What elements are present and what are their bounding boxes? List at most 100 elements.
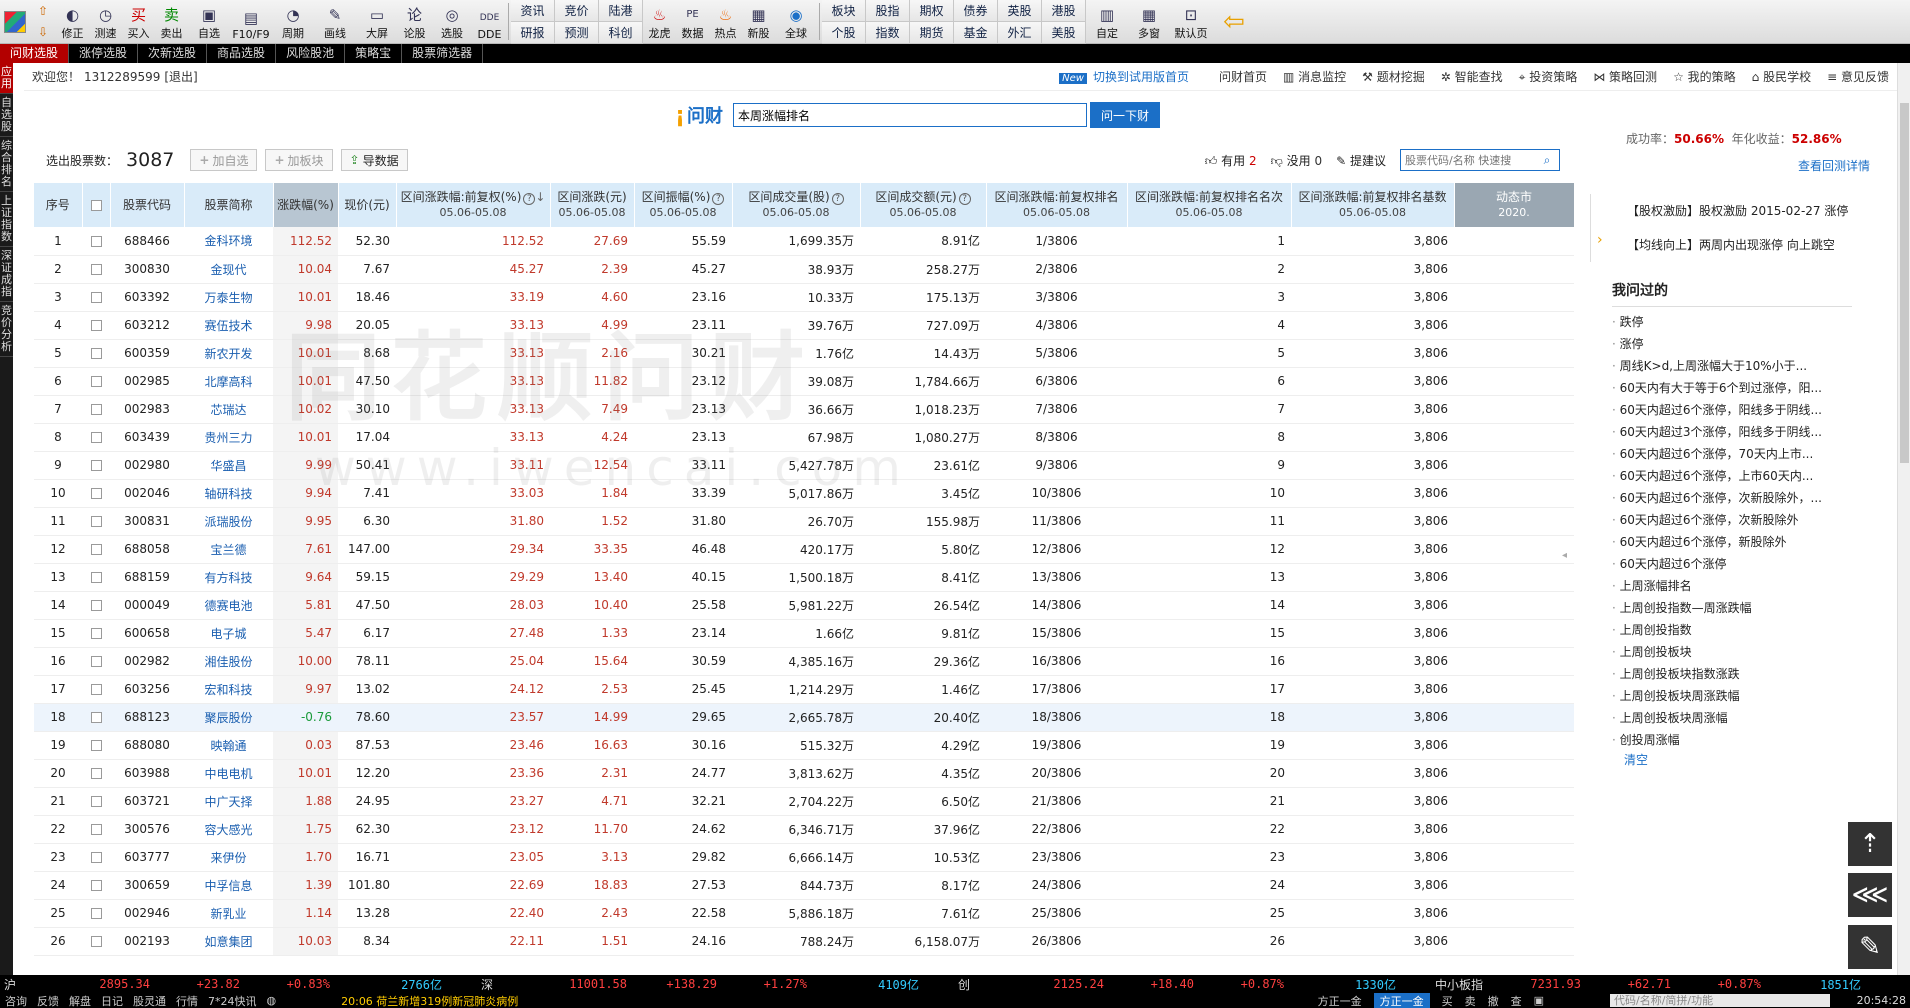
table-row[interactable]: 25 002946 新乳业 1.14 13.28 22.40 2.43 22.58 5,886.… bbox=[34, 899, 1574, 928]
help-icon[interactable]: ? bbox=[712, 193, 725, 205]
row-checkbox[interactable] bbox=[90, 628, 102, 639]
add-block-button[interactable]: + 加板块 bbox=[265, 149, 333, 171]
sort-down-icon[interactable]: ↓ bbox=[535, 190, 545, 204]
col-header-rank-base[interactable]: 区间涨跌幅:前复权排名基数 05.06-05.08 bbox=[1291, 183, 1455, 227]
share-icon[interactable]: ⋘ bbox=[1848, 873, 1892, 917]
header-link-theme-mining[interactable]: ⚒ 题材挖掘 bbox=[1362, 68, 1425, 85]
history-item[interactable]: 60天内超过6个涨停，新股除外 bbox=[1612, 531, 1852, 553]
select-all-checkbox[interactable] bbox=[90, 200, 102, 211]
header-link-backtest[interactable]: ⋈ 策略回测 bbox=[1593, 68, 1657, 85]
table-row[interactable]: 3 603392 万泰生物 10.01 18.46 33.19 4.60 23.16 10.33… bbox=[34, 283, 1574, 312]
history-item[interactable]: 周线K>d,上周涨幅大于10%小于... bbox=[1612, 355, 1852, 377]
search-button[interactable]: 问一下财 bbox=[1090, 102, 1161, 128]
news-flash[interactable]: 20:06 荷兰新增319例新冠肺炎病例 bbox=[341, 993, 518, 1008]
nav-arrows[interactable]: ⇧ ⇩ bbox=[30, 0, 56, 43]
history-item[interactable]: 60天内超过6个涨停，阳线多于阴线... bbox=[1612, 399, 1852, 421]
toolbar-button-globe[interactable]: ◉ 全球 bbox=[775, 0, 817, 43]
suggest-button[interactable]: ✎ 提建议 bbox=[1336, 152, 1386, 169]
row-checkbox[interactable] bbox=[90, 656, 102, 667]
row-checkbox[interactable] bbox=[90, 292, 102, 303]
vtab-ranking[interactable]: 综合排名 bbox=[0, 137, 13, 192]
col-header-range-change[interactable]: 区间涨跌(元) 05.06-05.08 bbox=[550, 183, 635, 227]
cell-name[interactable]: 万泰生物 bbox=[184, 283, 273, 312]
useless-button[interactable]: 👎︎ 没用 0 bbox=[1271, 152, 1322, 169]
news-item[interactable]: 【股权激励】股权激励 2015-02-27 涨停 bbox=[1627, 194, 1890, 228]
toolbar-link-sector[interactable]: 板块 bbox=[822, 0, 866, 22]
table-row[interactable]: 14 000049 德赛电池 5.81 47.50 28.03 10.40 25.58 5,98… bbox=[34, 591, 1574, 620]
tab-new-stock-picker[interactable]: 次新选股 bbox=[138, 44, 208, 63]
row-checkbox[interactable] bbox=[90, 432, 102, 443]
tab-wencai-picker[interactable]: 问财选股 bbox=[0, 44, 70, 63]
cell-name[interactable]: 如意集团 bbox=[184, 927, 273, 956]
col-header-dynamic-pe[interactable]: 动态市 2020. bbox=[1454, 183, 1574, 227]
scrollbar-thumb[interactable] bbox=[1900, 103, 1909, 463]
tab-limit-up-picker[interactable]: 涨停选股 bbox=[69, 44, 139, 63]
switch-trial-link[interactable]: 切换到试用版首页 bbox=[1093, 70, 1189, 84]
cell-name[interactable]: 中孚信息 bbox=[184, 871, 273, 900]
account-label[interactable]: 方正一金 bbox=[1318, 993, 1362, 1008]
toolbar-link-news[interactable]: 资讯 bbox=[511, 0, 555, 22]
table-row[interactable]: 4 603212 赛伍技术 9.98 20.05 33.13 4.99 23.11 39.76万… bbox=[34, 311, 1574, 340]
table-row[interactable]: 7 002983 芯瑞达 10.02 30.10 33.13 7.49 23.13 36.66万… bbox=[34, 395, 1574, 424]
ticker-item-shenzhen[interactable]: 深 11001.58 +138.29 +1.27% 4109亿 bbox=[477, 976, 954, 993]
cell-name[interactable]: 电子城 bbox=[184, 619, 273, 648]
toolbar-button-multi-window[interactable]: ▦ 多窗 bbox=[1128, 0, 1170, 43]
toolbar-link-star-market[interactable]: 科创 bbox=[599, 22, 643, 44]
cell-name[interactable]: 新农开发 bbox=[184, 339, 273, 368]
collapse-arrow-icon[interactable]: › bbox=[1597, 232, 1603, 248]
cell-name[interactable]: 聚辰股份 bbox=[184, 703, 273, 732]
toolbar-button-f10[interactable]: ▤ F10/F9 bbox=[230, 0, 272, 43]
col-header-name[interactable]: 股票简称 bbox=[184, 183, 274, 227]
vtab-apps[interactable]: 应用 bbox=[0, 63, 13, 94]
tab-stock-screener[interactable]: 股票筛选器 bbox=[402, 44, 484, 63]
table-row[interactable]: 6 002985 北摩高科 10.01 47.50 33.13 11.82 23.12 39.0… bbox=[34, 367, 1574, 396]
status-link-consult[interactable]: 咨询 bbox=[5, 993, 27, 1008]
toolbar-link-uk-stock[interactable]: 英股 bbox=[998, 0, 1042, 22]
col-header-select-all[interactable] bbox=[82, 183, 111, 227]
history-item[interactable]: 上周创投指数—周涨跌幅 bbox=[1612, 597, 1852, 619]
toolbar-link-futures[interactable]: 期货 bbox=[910, 22, 954, 44]
history-item[interactable]: 上周创投指数 bbox=[1612, 619, 1852, 641]
cell-name[interactable]: 贵州三力 bbox=[184, 423, 273, 452]
window-icon[interactable]: ▣ bbox=[1534, 994, 1544, 1007]
tab-risk-pool[interactable]: 风险股池 bbox=[276, 44, 346, 63]
row-checkbox[interactable] bbox=[90, 684, 102, 695]
ticker-item-chinext[interactable]: 创 2125.24 +18.40 +0.87% 1330亿 bbox=[954, 976, 1431, 993]
search-input[interactable] bbox=[733, 103, 1088, 127]
status-link-stock-pass[interactable]: 股灵通 bbox=[133, 993, 166, 1008]
table-row[interactable]: 16 002982 湘佳股份 10.00 78.11 25.04 15.64 30.59 4,3… bbox=[34, 647, 1574, 676]
row-checkbox[interactable] bbox=[90, 880, 102, 891]
header-link-monitor[interactable]: ▥ 消息监控 bbox=[1283, 68, 1346, 85]
toolbar-button-new-stock[interactable]: ▦ 新股 bbox=[742, 0, 775, 43]
row-checkbox[interactable] bbox=[90, 796, 102, 807]
cell-name[interactable]: 北摩高科 bbox=[184, 367, 273, 396]
history-item[interactable]: 上周创投板块 bbox=[1612, 641, 1852, 663]
toolbar-link-options[interactable]: 期权 bbox=[910, 0, 954, 22]
row-checkbox[interactable] bbox=[90, 824, 102, 835]
table-row[interactable]: 2 300830 金现代 10.04 7.67 45.27 2.39 45.27 38.93万 2… bbox=[34, 255, 1574, 284]
vtab-shenzhen-index[interactable]: 深证成指 bbox=[0, 247, 13, 302]
table-row[interactable]: 12 688058 宝兰德 7.61 147.00 29.34 33.35 46.48 420.… bbox=[34, 535, 1574, 564]
row-checkbox[interactable] bbox=[90, 404, 102, 415]
table-row[interactable]: 8 603439 贵州三力 10.01 17.04 33.13 4.24 23.13 67.98… bbox=[34, 423, 1574, 452]
toolbar-link-single-stock[interactable]: 个股 bbox=[822, 22, 866, 44]
ticker-item-shanghai[interactable]: 沪 2895.34 +23.82 +0.83% 2766亿 bbox=[0, 976, 477, 993]
toolbar-link-auction[interactable]: 竞价 bbox=[555, 0, 599, 22]
history-item[interactable]: 上周涨幅排名 bbox=[1612, 575, 1852, 597]
cell-name[interactable]: 赛伍技术 bbox=[184, 311, 273, 340]
table-row[interactable]: 19 688080 映翰通 0.03 87.53 23.46 16.63 30.16 515.3… bbox=[34, 731, 1574, 760]
news-item[interactable]: 【均线向上】两周内出现涨停 向上跳空 bbox=[1627, 228, 1890, 262]
cell-name[interactable]: 新乳业 bbox=[184, 899, 273, 928]
toolbar-button-dde[interactable]: DDE DDE bbox=[473, 0, 506, 43]
history-item[interactable]: 60天内超过6个涨停，次新股除外，... bbox=[1612, 487, 1852, 509]
header-link-home[interactable]: 问财首页 bbox=[1219, 68, 1267, 85]
row-checkbox[interactable] bbox=[90, 460, 102, 471]
trade-cancel[interactable]: 撤 bbox=[1488, 993, 1499, 1008]
header-link-strategy[interactable]: ⌖ 投资策略 bbox=[1519, 68, 1578, 85]
logout-link[interactable]: [退出] bbox=[164, 68, 197, 85]
table-row[interactable]: 11 300831 派瑞股份 9.95 6.30 31.80 1.52 31.80 26.70万… bbox=[34, 507, 1574, 536]
table-row[interactable]: 23 603777 来伊份 1.70 16.71 23.05 3.13 29.82 6,666.… bbox=[34, 843, 1574, 872]
cell-name[interactable]: 中电电机 bbox=[184, 759, 273, 788]
cell-name[interactable]: 华盛昌 bbox=[184, 451, 273, 480]
code-finder-input[interactable]: 代码/名称/简拼/功能 bbox=[1610, 994, 1830, 1007]
